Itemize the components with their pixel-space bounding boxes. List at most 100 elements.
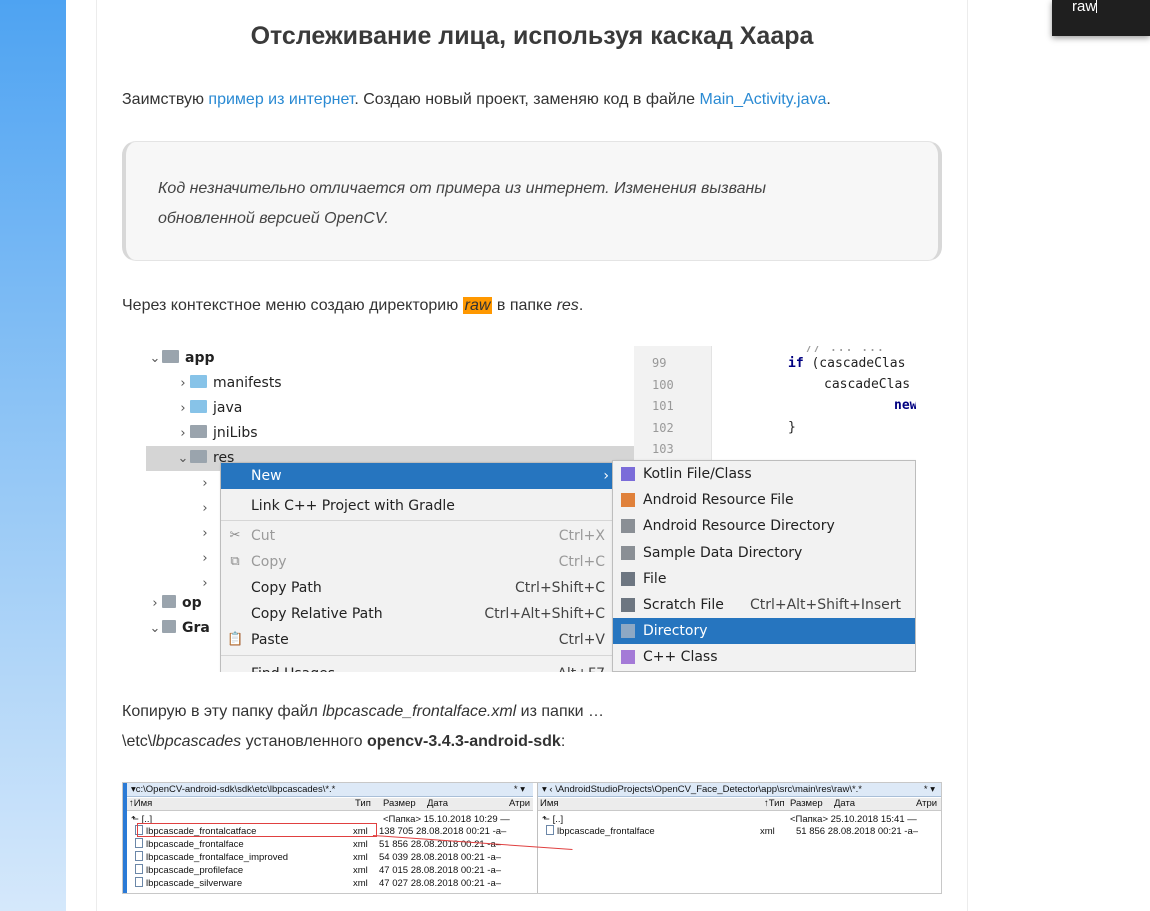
file-row[interactable]: lbpcascade_frontalface_improved xml 54 039… xyxy=(127,851,533,864)
left-gradient-band xyxy=(0,0,66,911)
submenu-item-android-resource-file[interactable]: Android Resource File xyxy=(613,487,915,513)
menu-item-label: Copy Relative Path xyxy=(251,606,383,622)
blockquote: Код незначительно отличается от примера … xyxy=(122,141,942,261)
menu-item-label: Link C++ Project with Gradle xyxy=(251,498,455,514)
file-info: 51 856 28.08.2018 00:21 -a– xyxy=(796,826,919,837)
file-row[interactable]: lbpcascade_profileface xml 47 015 28.08.20… xyxy=(127,864,533,877)
chevron-icon: › xyxy=(202,501,208,516)
file-name: lbpcascade_frontalface xyxy=(546,825,655,838)
menu-item-shortcut: Ctrl+X xyxy=(558,528,605,544)
menu-item-label: Cut xyxy=(251,528,276,544)
menu-item-copy-relative-path[interactable]: Copy Relative Path Ctrl+Alt+Shift+C xyxy=(221,601,615,627)
folder-icon xyxy=(162,350,179,363)
tree-item-label: manifests xyxy=(213,375,282,391)
file-row[interactable]: lbpcascade_frontalface xml 51 856 28.08.20… xyxy=(538,825,941,838)
folder-icon xyxy=(190,450,207,463)
line-number: 101 xyxy=(652,399,674,413)
menu-item-new[interactable]: New › xyxy=(221,463,615,489)
submenu-item-scratch-file[interactable]: Scratch File Ctrl+Alt+Shift+Insert xyxy=(613,592,915,618)
folder-icon xyxy=(190,375,207,388)
file-ext: xml xyxy=(353,852,368,863)
paragraph-raw-dir: Через контекстное меню создаю директорию… xyxy=(122,297,584,314)
column-header[interactable]: Тип xyxy=(355,798,371,810)
menu-item-copy-path[interactable]: Copy Path Ctrl+Shift+C xyxy=(221,575,615,601)
context-menu: New › Link C++ Project with Gradle ✂ Cut Ctrl… xyxy=(220,462,616,672)
chevron-icon: › xyxy=(202,476,208,491)
menu-separator xyxy=(221,520,615,521)
submenu-arrow-icon: › xyxy=(603,468,609,484)
column-header[interactable]: Дата xyxy=(427,798,448,810)
submenu-item-directory[interactable]: Directory xyxy=(613,618,915,645)
column-header[interactable]: Дата xyxy=(834,798,855,810)
menu-item-find-usages[interactable]: Find Usages Alt+F7 xyxy=(221,661,615,672)
chevron-icon: › xyxy=(152,596,158,611)
chevron-icon: › xyxy=(202,551,208,566)
column-header[interactable]: Атри xyxy=(916,798,937,810)
submenu-item-kotlin-file-class[interactable]: Kotlin File/Class xyxy=(613,461,915,487)
column-header[interactable]: Размер xyxy=(790,798,823,810)
main-activity-link[interactable]: Main_Activity.java xyxy=(700,91,827,108)
column-header[interactable]: ↑Тип xyxy=(764,798,785,810)
menu-item-shortcut: Alt+F7 xyxy=(557,661,605,672)
line-number: 99 xyxy=(652,356,667,370)
tree-item-collapsed[interactable]: › xyxy=(146,496,212,521)
keyword: new xyxy=(894,398,916,413)
file-row[interactable]: lbpcascade_frontalface xml 51 856 28.08.20… xyxy=(127,838,533,851)
file-info: 54 039 28.08.2018 00:21 -a– xyxy=(379,852,502,863)
file-row[interactable]: lbpcascade_silverware xml 47 027 28.08.201… xyxy=(127,877,533,890)
tree-item-label: jniLibs xyxy=(213,425,258,441)
menu-item-shortcut: Ctrl+Shift+C xyxy=(515,580,605,596)
column-header[interactable]: ↑Имя xyxy=(129,798,152,810)
file-icon xyxy=(135,877,143,887)
menu-item-label: Copy Path xyxy=(251,580,322,596)
column-header[interactable]: Имя xyxy=(540,798,559,810)
code-line: // ... ... xyxy=(806,346,885,355)
menu-item-shortcut: Ctrl+Alt+Shift+C xyxy=(484,606,605,622)
find-input-text[interactable]: raw xyxy=(1072,0,1096,15)
left-pane: ▾c:\OpenCV-android-sdk\sdk\etc\lbpcascad… xyxy=(123,783,533,893)
tree-item-collapsed[interactable]: › xyxy=(146,521,212,546)
module-icon xyxy=(162,620,176,633)
submenu-item-file[interactable]: File xyxy=(613,566,915,592)
tree-item-collapsed[interactable]: › xyxy=(146,471,212,496)
text-caret xyxy=(1096,0,1098,13)
submenu-item-icon xyxy=(621,467,635,481)
file-name: lbpcascade_frontalface xyxy=(135,838,244,851)
find-in-page-box[interactable]: raw xyxy=(1052,0,1150,36)
right-pane: ▾ ‹ \AndroidStudioProjects\OpenCV_Face_D… xyxy=(537,783,941,893)
example-link[interactable]: пример из интернет xyxy=(208,91,354,108)
tree-item-collapsed[interactable]: › xyxy=(146,546,212,571)
tree-item-java[interactable]: › java xyxy=(146,396,242,421)
tree-item-op[interactable]: › op xyxy=(146,591,202,616)
column-header[interactable]: Размер xyxy=(383,798,416,810)
search-highlight: raw xyxy=(462,297,493,314)
right-column-headers: Имя ↑Тип Размер Дата Атри xyxy=(538,798,941,811)
menu-item-copy[interactable]: ⧉ Copy Ctrl+C xyxy=(221,549,615,575)
file-info: 47 015 28.08.2018 00:21 -a– xyxy=(379,865,502,876)
line-number: 103 xyxy=(652,442,674,456)
submenu-item-label: Android Resource File xyxy=(643,492,794,509)
submenu-item-icon xyxy=(621,598,635,612)
submenu-item-icon xyxy=(621,519,635,534)
line-number: 100 xyxy=(652,377,674,392)
folder-icon xyxy=(190,400,207,413)
left-column-headers: ↑Имя Тип Размер Дата Атри xyxy=(127,798,533,811)
tree-item-gra[interactable]: ⌄ Gra xyxy=(146,616,210,641)
menu-item-paste[interactable]: 📋 Paste Ctrl+V xyxy=(221,627,615,653)
submenu-item-sample-data-directory[interactable]: Sample Data Directory xyxy=(613,540,915,566)
tree-item-manifests[interactable]: › manifests xyxy=(146,371,282,396)
submenu-item-icon xyxy=(621,650,635,665)
tree-item-app[interactable]: ⌄ app xyxy=(146,346,215,371)
tree-item-jnilibs[interactable]: › jniLibs xyxy=(146,421,258,446)
menu-item-cut[interactable]: ✂ Cut Ctrl+X xyxy=(221,523,615,549)
menu-item-shortcut: Ctrl+V xyxy=(558,632,605,648)
code-line: if (cascadeClas xyxy=(788,356,906,371)
left-path-bar: ▾c:\OpenCV-android-sdk\sdk\etc\lbpcascad… xyxy=(127,783,533,797)
chevron-icon: ⌄ xyxy=(177,451,189,466)
submenu-item-android-resource-directory[interactable]: Android Resource Directory xyxy=(613,513,915,539)
column-header[interactable]: Атри xyxy=(509,798,530,810)
submenu-item-label: C++ Class xyxy=(643,649,718,666)
submenu-item-c-class[interactable]: C++ Class xyxy=(613,644,915,670)
module-icon xyxy=(162,595,176,608)
menu-item-link-c-project-with-gradle[interactable]: Link C++ Project with Gradle xyxy=(221,493,615,519)
